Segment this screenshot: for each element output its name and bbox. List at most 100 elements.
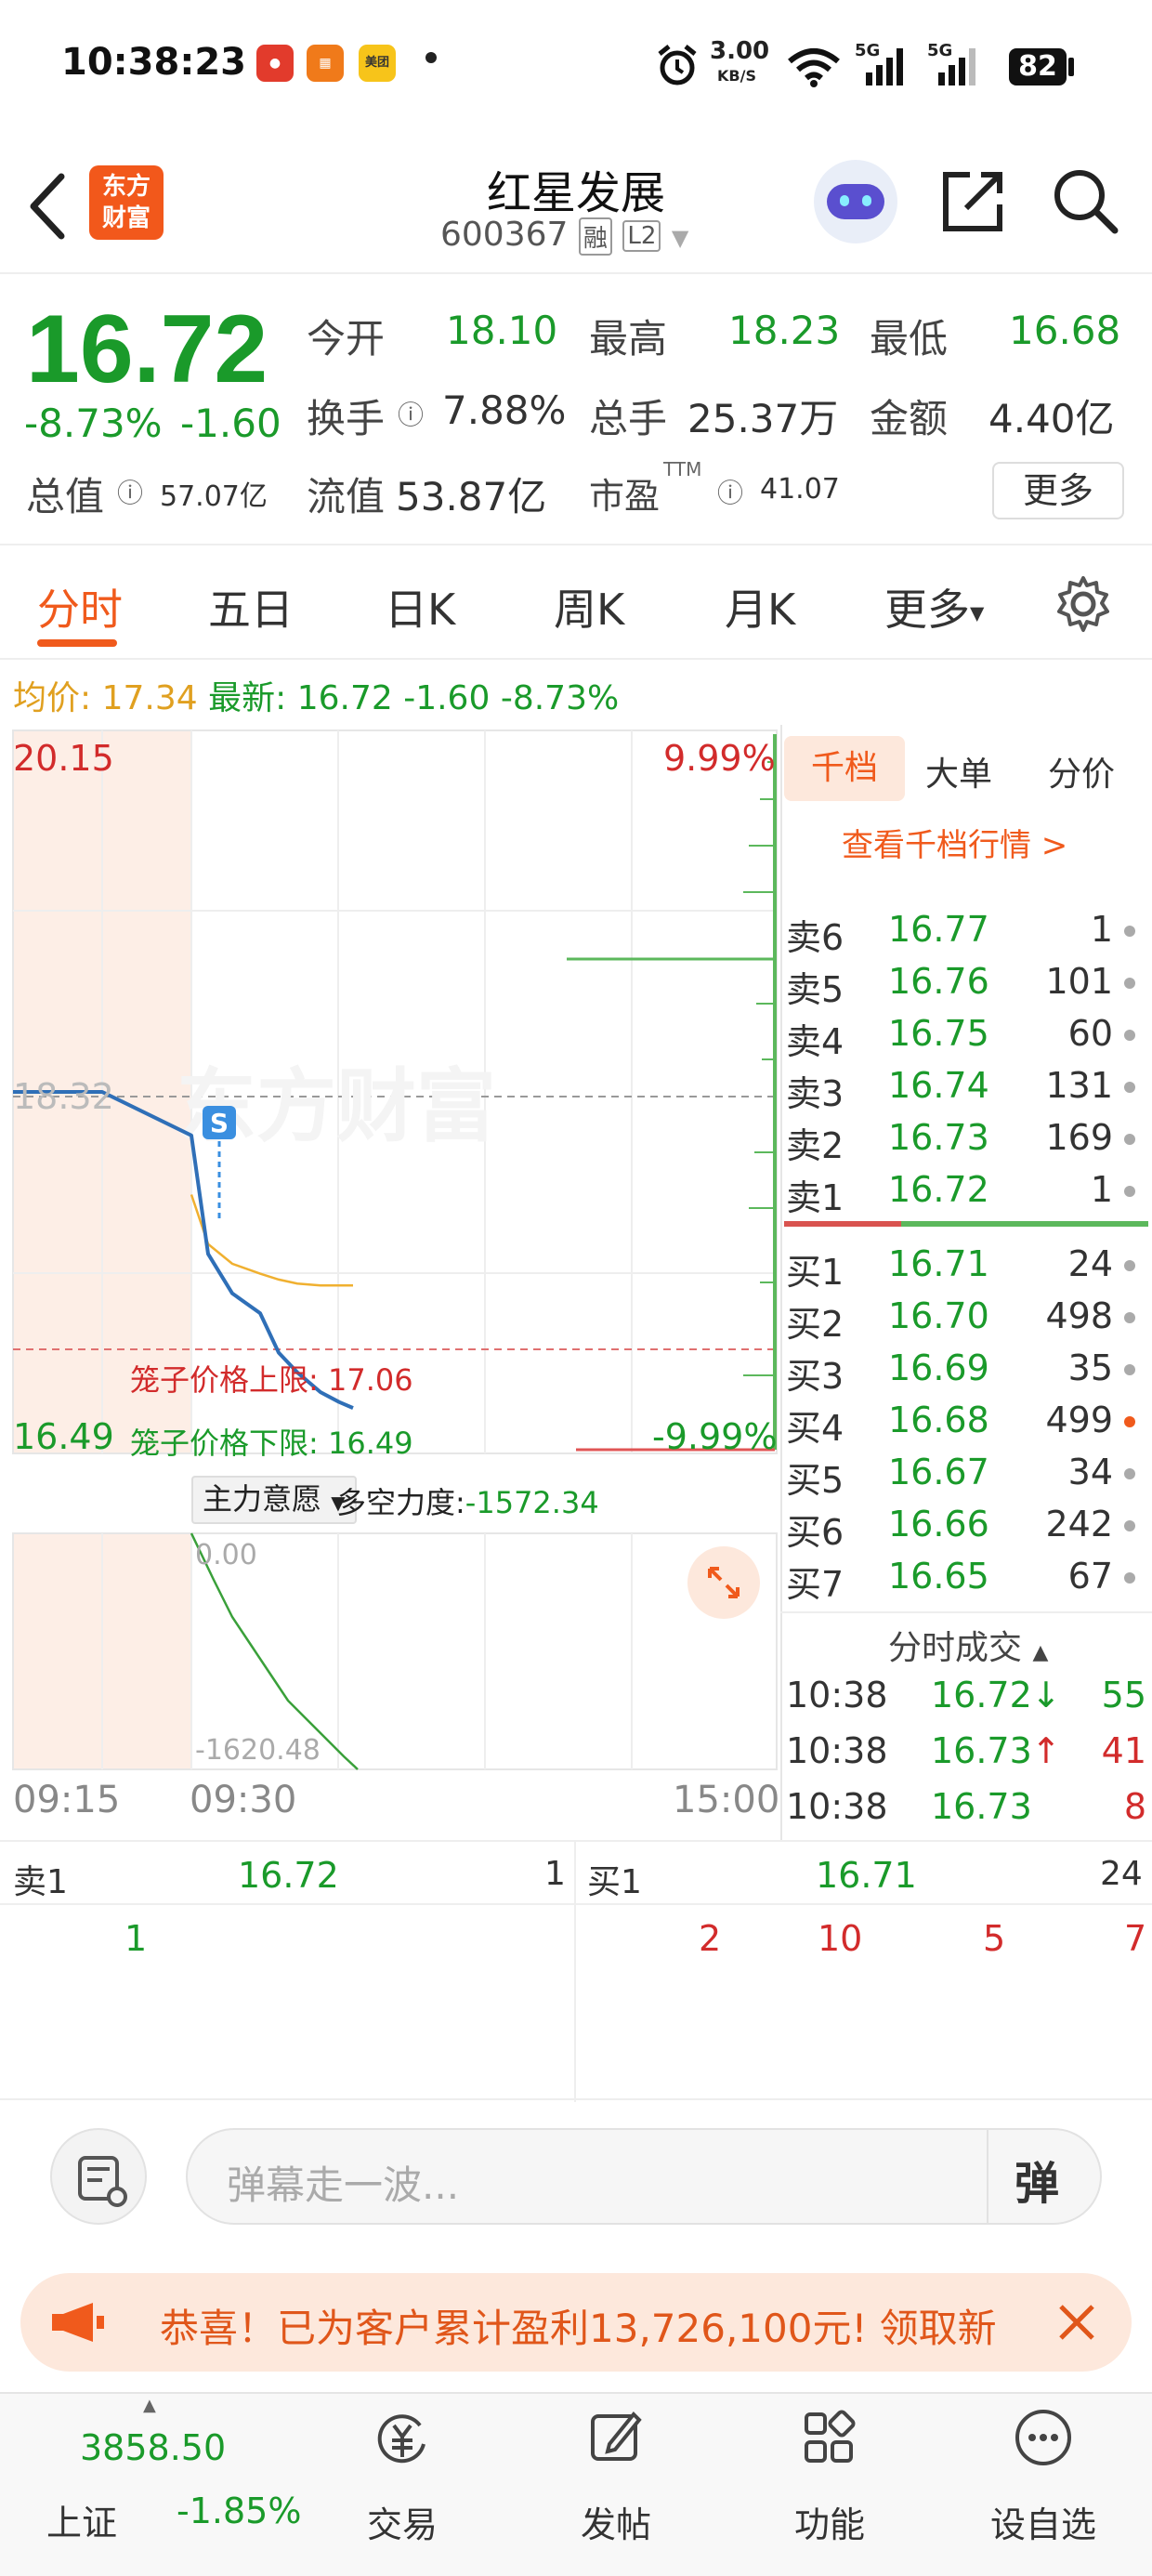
indicator-label: 多空力度: bbox=[336, 1485, 465, 1520]
promo-banner[interactable]: 恭喜！已为客户累计盈利13,726,100元! 领取新 bbox=[20, 2273, 1132, 2372]
buy-order-row[interactable]: 买3 16.69 35 bbox=[780, 1342, 1152, 1397]
alarm-icon bbox=[658, 45, 697, 85]
sell-order-row[interactable]: 卖1 16.72 1 bbox=[780, 1163, 1152, 1218]
danmaku-bar: 弹幕走一波... 弹 bbox=[0, 2100, 1152, 2249]
buy-order-row[interactable]: 买7 16.65 67 bbox=[780, 1550, 1152, 1605]
intraday-chart[interactable]: 东方财富 S 20.15 9.99% 18.32 笼子价格上限: 17.06 1… bbox=[0, 725, 780, 1840]
robot-assistant-icon[interactable] bbox=[814, 160, 897, 243]
order-dot-icon bbox=[1124, 1468, 1135, 1479]
sell-volume: 101 bbox=[1045, 961, 1113, 1002]
pe-ttm-sup: TTM bbox=[663, 458, 702, 480]
trade-tick-row: 10:38 16.73 8 bbox=[780, 1781, 1152, 1833]
float-label: 流值 bbox=[307, 474, 386, 519]
expand-icon[interactable] bbox=[687, 1546, 760, 1619]
net-speed-unit: KB/S bbox=[717, 67, 756, 85]
tab-price-distribution[interactable]: 分价 bbox=[1048, 747, 1115, 795]
indicator-select[interactable]: 主力意愿 ▼ bbox=[191, 1476, 357, 1524]
buy-level-label: 买2 bbox=[786, 1304, 844, 1345]
stock-code-line[interactable]: 600367 融 L2 ▼ bbox=[440, 216, 688, 256]
tab-big-orders[interactable]: 大单 bbox=[925, 747, 992, 795]
avg-label: 均价: bbox=[13, 679, 92, 717]
turnover-label: 换手 bbox=[307, 396, 386, 441]
low-label: 最低 bbox=[870, 316, 949, 361]
share-icon[interactable] bbox=[938, 165, 1009, 236]
nav-trade[interactable]: 交易 bbox=[295, 2394, 509, 2576]
sell-order-row[interactable]: 卖4 16.75 60 bbox=[780, 1007, 1152, 1062]
tick-price: 16.73 bbox=[931, 1786, 1032, 1827]
caret-down-icon: ▼ bbox=[970, 601, 985, 624]
buy-order-row[interactable]: 买5 16.67 34 bbox=[780, 1446, 1152, 1501]
trade-tick-row: 10:38 16.73 ↑ 41 bbox=[780, 1725, 1152, 1777]
nav-functions-label: 功能 bbox=[793, 2504, 865, 2545]
buy-order-row[interactable]: 买2 16.70 498 bbox=[780, 1290, 1152, 1345]
settings-gear-icon[interactable] bbox=[1054, 574, 1113, 634]
latest-change: -1.60 bbox=[403, 679, 491, 717]
sell-order-row[interactable]: 卖2 16.73 169 bbox=[780, 1111, 1152, 1166]
tab-weekly-k[interactable]: 周K bbox=[554, 576, 624, 637]
tick-volume: 8 bbox=[1123, 1786, 1146, 1827]
sell-level-label: 卖6 bbox=[786, 917, 844, 958]
tab-5day[interactable]: 五日 bbox=[208, 576, 294, 637]
buy-queue-item: 2 bbox=[699, 1918, 722, 1959]
tab-intraday[interactable]: 分时 bbox=[37, 576, 123, 637]
nav-functions[interactable]: 功能 bbox=[723, 2394, 936, 2576]
danmaku-placeholder: 弹幕走一波... bbox=[227, 2162, 460, 2208]
buy-order-row[interactable]: 买4 16.68 499 bbox=[780, 1394, 1152, 1449]
tab-more[interactable]: 更多▼ bbox=[884, 576, 984, 637]
danmaku-toggle-button[interactable]: 弹 bbox=[1015, 2147, 1059, 2212]
nav-post[interactable]: 发帖 bbox=[509, 2394, 723, 2576]
sell-volume: 131 bbox=[1045, 1065, 1113, 1106]
close-icon[interactable] bbox=[1052, 2297, 1102, 2347]
sell-price: 16.74 bbox=[888, 1065, 989, 1106]
sell-price: 16.73 bbox=[888, 1117, 989, 1158]
chart-top-price: 20.15 bbox=[13, 738, 114, 779]
tab-daily-k[interactable]: 日K bbox=[385, 576, 455, 637]
latest-value: 16.72 bbox=[296, 679, 393, 717]
tab-monthly-k[interactable]: 月K bbox=[725, 576, 795, 637]
bid-ask-summary: 卖1 16.72 1 买1 16.71 24 1 2 10 5 7 bbox=[0, 1840, 1152, 2102]
sell-level-label: 卖1 bbox=[786, 1177, 844, 1218]
index-ticker[interactable]: ▲ 3858.50 上证 -1.85% bbox=[0, 2394, 301, 2576]
order-dot-icon bbox=[1124, 1260, 1135, 1271]
cage-lower-value: 16.49 bbox=[327, 1426, 413, 1461]
index-pct: -1.85% bbox=[177, 2491, 302, 2531]
tab-qiandang[interactable]: 千档 bbox=[784, 736, 905, 801]
ticks-title[interactable]: 分时成交 ▲ bbox=[888, 1621, 1048, 1669]
app-notification-icon: ● bbox=[256, 45, 294, 82]
sell-pressure-bar bbox=[784, 1221, 901, 1227]
sell-order-row[interactable]: 卖6 16.77 1 bbox=[780, 903, 1152, 958]
info-icon[interactable]: ⓘ bbox=[398, 395, 424, 432]
low-value: 16.68 bbox=[1009, 308, 1121, 353]
pe-value: 41.07 bbox=[760, 473, 840, 506]
sell-price: 16.76 bbox=[888, 961, 989, 1002]
order-dot-icon bbox=[1124, 1134, 1135, 1145]
order-dot-icon bbox=[1124, 978, 1135, 989]
search-icon[interactable] bbox=[1050, 165, 1120, 236]
time-start: 09:15 bbox=[13, 1779, 121, 1821]
view-depth-link[interactable]: 查看千档行情 > bbox=[842, 820, 1067, 865]
order-dot-icon bbox=[1124, 1186, 1135, 1197]
index-value: 3858.50 bbox=[80, 2427, 227, 2468]
more-button[interactable]: 更多 bbox=[992, 462, 1124, 519]
buy-volume: 498 bbox=[1045, 1295, 1113, 1336]
danmaku-input[interactable]: 弹幕走一波... 弹 bbox=[186, 2128, 1102, 2225]
buy-order-row[interactable]: 买1 16.71 24 bbox=[780, 1238, 1152, 1293]
intraday-chart-svg: 东方财富 S bbox=[12, 729, 778, 1770]
info-icon[interactable]: ⓘ bbox=[717, 473, 743, 510]
app-notification-icon: ▦ bbox=[307, 45, 344, 82]
amount-label: 金额 bbox=[870, 396, 949, 441]
buy-order-row[interactable]: 买6 16.66 242 bbox=[780, 1498, 1152, 1553]
sell-level-label: 卖2 bbox=[786, 1125, 844, 1166]
nav-watchlist[interactable]: 设自选 bbox=[936, 2394, 1150, 2576]
cage-upper-value: 17.06 bbox=[327, 1362, 413, 1398]
level2-badge: L2 bbox=[622, 220, 661, 252]
sell-order-row[interactable]: 卖5 16.76 101 bbox=[780, 955, 1152, 1010]
avg-value: 17.34 bbox=[101, 679, 198, 717]
danmaku-settings-icon[interactable] bbox=[50, 2128, 147, 2225]
last-price: 16.72 bbox=[26, 296, 268, 403]
sell-order-row[interactable]: 卖3 16.74 131 bbox=[780, 1059, 1152, 1114]
mktcap-label: 总值 bbox=[26, 474, 105, 519]
change-amount: -1.60 bbox=[180, 401, 281, 446]
info-icon[interactable]: ⓘ bbox=[117, 473, 143, 510]
buy-volume: 34 bbox=[1067, 1452, 1113, 1492]
